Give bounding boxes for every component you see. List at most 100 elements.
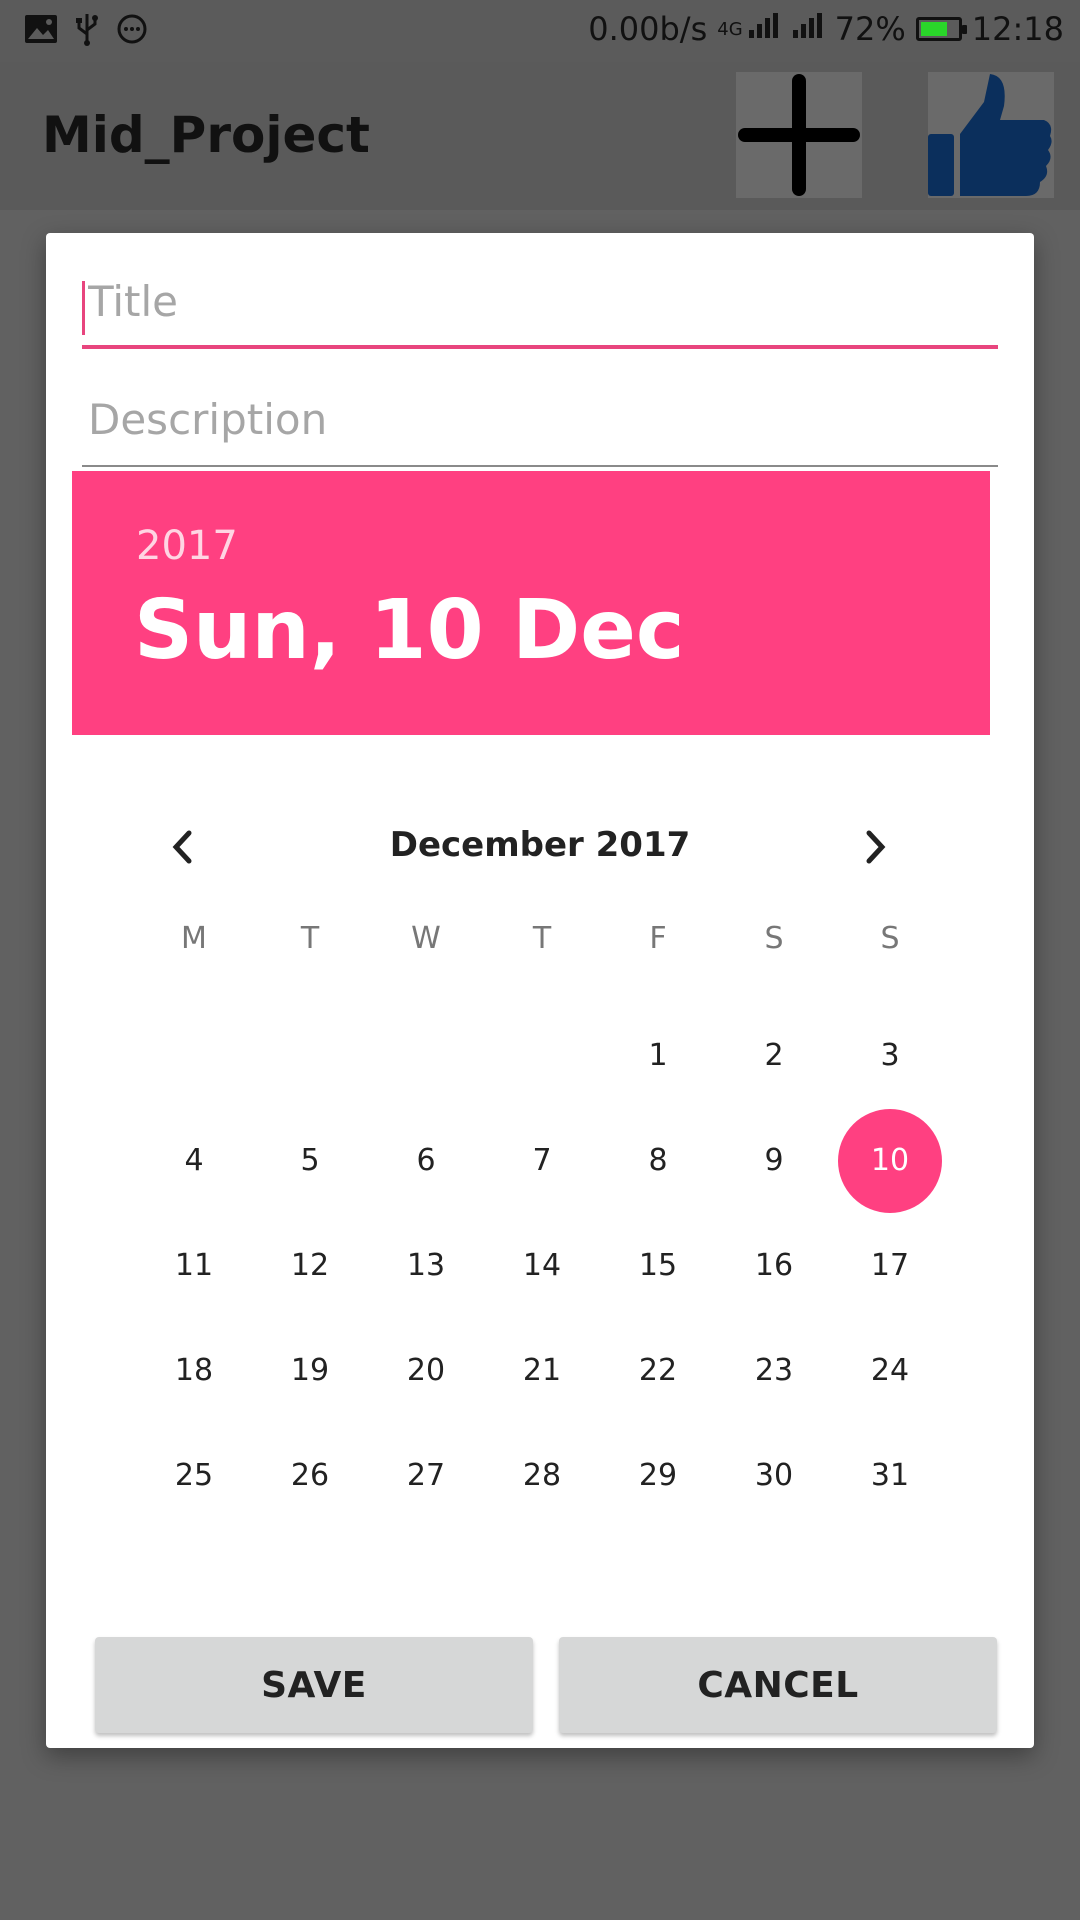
weekday-label: T <box>532 921 552 956</box>
battery-level <box>920 22 947 36</box>
calendar-day-number: 30 <box>754 1458 794 1493</box>
signal-icon <box>747 10 781 48</box>
date-picker-header: 2017 Sun, 10 Dec <box>72 471 990 735</box>
status-bar-left <box>24 12 148 50</box>
more-notifications-icon <box>116 13 148 49</box>
calendar-day[interactable]: 24 <box>832 1318 948 1423</box>
calendar-day[interactable]: 11 <box>136 1213 252 1318</box>
calendar-day[interactable]: 19 <box>252 1318 368 1423</box>
description-input[interactable] <box>82 371 998 467</box>
calendar-day-number: 3 <box>880 1038 900 1073</box>
calendar-day-number: 24 <box>870 1353 910 1388</box>
usb-icon <box>74 12 100 50</box>
calendar-empty-cell <box>368 1003 484 1108</box>
calendar-day-number: 6 <box>416 1143 436 1178</box>
battery-icon <box>915 17 967 41</box>
month-navigation: December 2017 <box>46 793 1034 893</box>
calendar-day[interactable]: 20 <box>368 1318 484 1423</box>
calendar-day-number: 7 <box>532 1143 552 1178</box>
battery-percent: 72% <box>834 10 906 48</box>
calendar-day-number: 19 <box>290 1353 330 1388</box>
plus-icon <box>738 74 860 196</box>
weekday-label: S <box>880 921 900 956</box>
calendar-day[interactable]: 21 <box>484 1318 600 1423</box>
calendar-day-number: 15 <box>638 1248 678 1283</box>
calendar-day[interactable]: 7 <box>484 1108 600 1213</box>
title-input[interactable] <box>82 253 998 349</box>
add-button[interactable] <box>736 72 862 198</box>
calendar-day-number: 11 <box>174 1248 214 1283</box>
calendar-day-number: 4 <box>184 1143 204 1178</box>
calendar-day[interactable]: 25 <box>136 1423 252 1528</box>
app-bar: Mid_Project <box>0 62 1080 210</box>
selected-date-label[interactable]: Sun, 10 Dec <box>134 583 684 678</box>
calendar-day-number: 16 <box>754 1248 794 1283</box>
calendar-day-number: 8 <box>648 1143 668 1178</box>
calendar-day[interactable]: 12 <box>252 1213 368 1318</box>
calendar-day[interactable]: 15 <box>600 1213 716 1318</box>
network-type: 4G <box>717 18 743 40</box>
weekday-header-row: MTWTFSS <box>136 921 948 981</box>
calendar-day-number: 13 <box>406 1248 446 1283</box>
calendar-day-number: 27 <box>406 1458 446 1493</box>
weekday-label: F <box>649 921 667 956</box>
calendar-day[interactable]: 18 <box>136 1318 252 1423</box>
calendar-day[interactable]: 5 <box>252 1108 368 1213</box>
calendar-day[interactable]: 8 <box>600 1108 716 1213</box>
calendar-day[interactable]: 14 <box>484 1213 600 1318</box>
calendar-empty-cell <box>252 1003 368 1108</box>
calendar-day-number: 22 <box>638 1353 678 1388</box>
calendar-day[interactable]: 23 <box>716 1318 832 1423</box>
calendar-day-selected[interactable]: 10 <box>832 1108 948 1213</box>
calendar-day-number: 25 <box>174 1458 214 1493</box>
calendar-day-number: 17 <box>870 1248 910 1283</box>
save-button[interactable]: SAVE <box>95 1637 533 1733</box>
calendar-day-number: 10 <box>838 1108 942 1213</box>
calendar-day[interactable]: 28 <box>484 1423 600 1528</box>
calendar-day[interactable]: 1 <box>600 1003 716 1108</box>
calendar-day-number: 1 <box>648 1038 668 1073</box>
calendar-day[interactable]: 30 <box>716 1423 832 1528</box>
cancel-button[interactable]: CANCEL <box>559 1637 997 1733</box>
calendar-day-number: 14 <box>522 1248 562 1283</box>
weekday-label: S <box>764 921 784 956</box>
like-button[interactable] <box>928 72 1054 198</box>
calendar-day[interactable]: 26 <box>252 1423 368 1528</box>
calendar-day[interactable]: 3 <box>832 1003 948 1108</box>
weekday-label: W <box>411 921 441 956</box>
calendar-day-number: 26 <box>290 1458 330 1493</box>
app-title: Mid_Project <box>42 106 370 164</box>
calendar-empty-cell <box>136 1003 252 1108</box>
calendar-day[interactable]: 27 <box>368 1423 484 1528</box>
status-bar-right: 0.00b/s 4G 72% 12:18 <box>588 10 1064 48</box>
calendar-day[interactable]: 22 <box>600 1318 716 1423</box>
calendar-day[interactable]: 6 <box>368 1108 484 1213</box>
calendar-day[interactable]: 16 <box>716 1213 832 1318</box>
next-month-button[interactable] <box>844 815 908 879</box>
calendar-day[interactable]: 4 <box>136 1108 252 1213</box>
calendar-day-number: 18 <box>174 1353 214 1388</box>
calendar-day-number: 28 <box>522 1458 562 1493</box>
calendar-day[interactable]: 9 <box>716 1108 832 1213</box>
year-label[interactable]: 2017 <box>136 523 238 569</box>
status-bar: 0.00b/s 4G 72% 12:18 <box>0 0 1080 62</box>
calendar-day[interactable]: 17 <box>832 1213 948 1318</box>
calendar-day[interactable]: 31 <box>832 1423 948 1528</box>
calendar-day-grid: 1 2 3 4 5 6 7 8 9 10 11 12 13 14 15 16 17 18 19 20 21 22 23 24 2… <box>136 1003 948 1528</box>
weekday-label: M <box>181 921 207 956</box>
calendar-day[interactable]: 13 <box>368 1213 484 1318</box>
calendar-day[interactable]: 2 <box>716 1003 832 1108</box>
calendar-day-number: 20 <box>406 1353 446 1388</box>
calendar-day-number: 31 <box>870 1458 910 1493</box>
calendar-day-number: 21 <box>522 1353 562 1388</box>
network-speed: 0.00b/s <box>588 10 708 48</box>
chevron-right-icon <box>866 830 886 864</box>
weekday-label: T <box>300 921 320 956</box>
calendar-day[interactable]: 29 <box>600 1423 716 1528</box>
calendar-day-number: 12 <box>290 1248 330 1283</box>
new-item-dialog: 2017 Sun, 10 Dec December 2017 MTWTFSS 1… <box>46 233 1034 1748</box>
calendar-day-number: 23 <box>754 1353 794 1388</box>
signal-icon-2 <box>791 10 825 48</box>
description-field[interactable] <box>82 371 998 467</box>
title-field[interactable] <box>82 253 998 349</box>
